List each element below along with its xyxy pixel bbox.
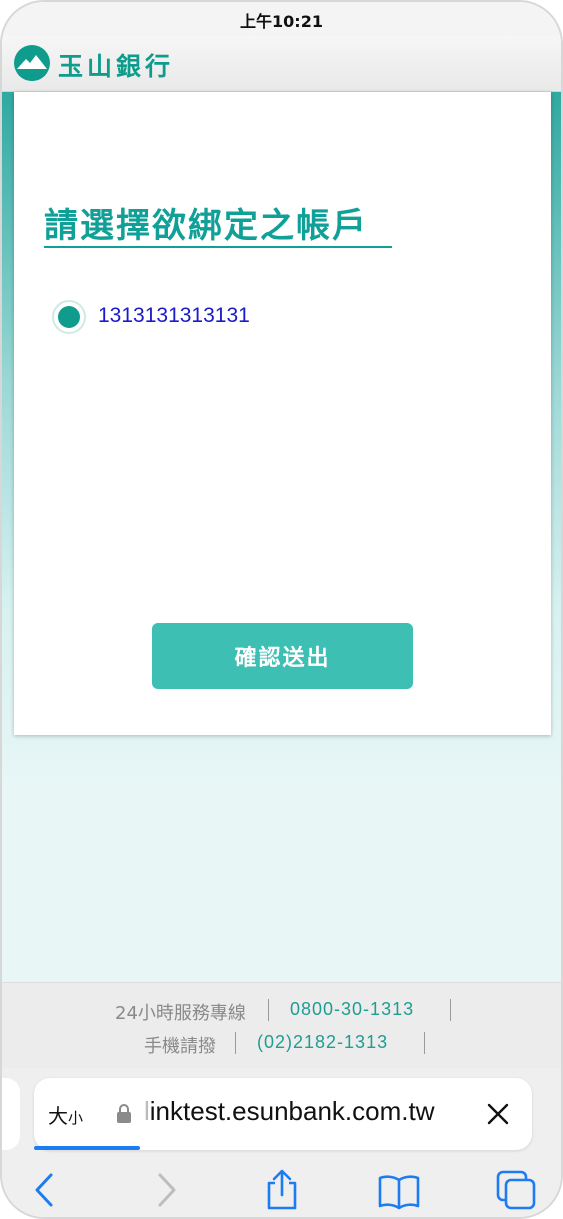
status-bar: 上午10:21	[2, 2, 561, 36]
back-icon[interactable]	[24, 1168, 68, 1212]
account-option[interactable]: 1313131313131	[52, 300, 312, 334]
text-size-button[interactable]: 大小	[48, 1100, 83, 1129]
title-underline	[44, 246, 392, 248]
logo-text[interactable]: 玉山銀行	[58, 47, 174, 83]
hotline-number-link[interactable]: 0800-30-1313	[290, 999, 414, 1020]
account-radio[interactable]	[52, 300, 86, 334]
footer-divider	[235, 1032, 236, 1054]
phone-screen: 上午10:21 玉山銀行 請選擇欲綁定之帳戶 1313131313131 確認送…	[0, 0, 563, 1219]
status-time: 上午10:21	[240, 12, 323, 31]
footer-divider	[424, 1032, 425, 1054]
lock-icon	[116, 1103, 132, 1123]
url-text[interactable]: linktest.esunbank.com.tw	[144, 1096, 434, 1127]
text-size-big: 大	[48, 1104, 68, 1128]
footer-divider	[450, 999, 451, 1021]
footer-divider	[268, 999, 269, 1021]
tabs-icon[interactable]	[494, 1168, 538, 1212]
url-rest: inktest.esunbank.com.tw	[149, 1096, 435, 1126]
bookmarks-icon[interactable]	[377, 1168, 421, 1212]
share-icon[interactable]	[260, 1168, 304, 1212]
hotline-label: 24小時服務專線	[115, 1003, 246, 1024]
account-selection-card: 請選擇欲綁定之帳戶 1313131313131 確認送出	[14, 92, 551, 735]
address-bar[interactable]: 大小 linktest.esunbank.com.tw	[34, 1078, 532, 1150]
footer: 24小時服務專線 0800-30-1313 手機請撥 (02)2182-1313	[2, 982, 561, 1068]
page-load-progress	[34, 1146, 140, 1150]
radio-selected-dot	[58, 306, 80, 328]
page-title: 請選擇欲綁定之帳戶	[44, 206, 368, 246]
browser-toolbar: 大小 linktest.esunbank.com.tw	[2, 1068, 561, 1217]
close-icon[interactable]	[484, 1100, 512, 1128]
account-number[interactable]: 1313131313131	[98, 304, 250, 328]
text-size-small: 小	[68, 1109, 84, 1127]
confirm-submit-button[interactable]: 確認送出	[152, 623, 413, 689]
mobile-label: 手機請撥	[144, 1036, 216, 1057]
previous-tab-preview[interactable]	[2, 1078, 20, 1150]
forward-icon[interactable]	[143, 1168, 187, 1212]
esun-logo-icon[interactable]	[14, 45, 50, 81]
mobile-number-link[interactable]: (02)2182-1313	[257, 1032, 388, 1053]
site-header: 玉山銀行	[2, 36, 561, 92]
